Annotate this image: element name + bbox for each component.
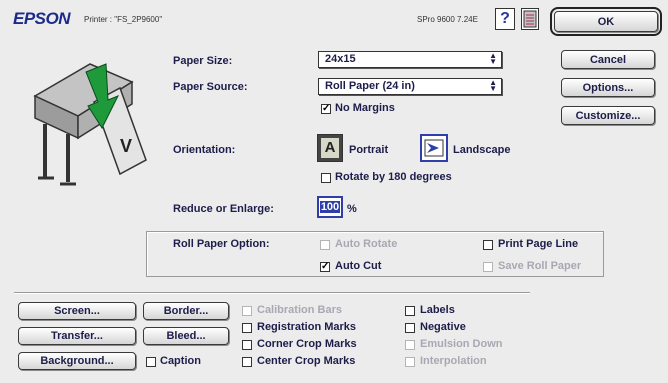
auto-cut-checkbox[interactable]: ✓ [320,262,330,272]
bleed-button[interactable]: Bleed... [143,327,229,345]
save-roll-paper-checkbox [483,262,493,272]
screen-button[interactable]: Screen... [18,302,136,320]
corner-crop-marks-checkbox[interactable] [242,340,252,350]
paper-size-value: 24x15 [325,53,356,65]
page-setup-dialog: EPSON Printer : "FS_2P9600" SPro 9600 7.… [0,0,668,383]
portrait-button[interactable]: A [317,134,343,162]
percent-unit: % [347,203,357,215]
negative-checkbox[interactable] [405,323,415,333]
select-arrows-icon: ▲ ▼ [489,78,497,93]
transfer-button[interactable]: Transfer... [18,327,136,345]
options-button[interactable]: Options... [561,78,655,97]
customize-button[interactable]: Customize... [561,106,655,125]
printer-name: Printer : "FS_2P9600" [84,15,163,24]
paper-size-label: Paper Size: [173,55,233,67]
paper-source-select[interactable]: Roll Paper (24 in) ▲ ▼ [318,78,502,95]
save-roll-paper-label: Save Roll Paper [498,260,582,272]
border-button[interactable]: Border... [143,302,229,320]
negative-label: Negative [420,321,466,333]
paper-size-select[interactable]: 24x15 ▲ ▼ [318,51,502,68]
help-icon: ? [500,10,510,27]
auto-rotate-label: Auto Rotate [335,238,398,250]
caption-checkbox[interactable] [146,357,156,367]
portrait-label: Portrait [349,144,389,156]
print-page-line-checkbox[interactable] [483,240,493,250]
paper-source-label: Paper Source: [173,81,248,93]
background-button[interactable]: Background... [18,352,136,370]
reduce-enlarge-value: 100 [319,201,341,213]
cancel-button[interactable]: Cancel [561,50,655,69]
center-crop-marks-checkbox[interactable] [242,357,252,367]
registration-marks-label: Registration Marks [257,321,357,333]
epson-logo: EPSON [13,9,71,28]
landscape-icon [424,139,444,157]
caption-label: Caption [160,355,201,367]
help-button[interactable]: ? [495,8,515,30]
printer-manual-button[interactable] [521,8,539,30]
corner-crop-marks-label: Corner Crop Marks [257,338,357,350]
interpolation-checkbox [405,357,415,367]
paper-source-value: Roll Paper (24 in) [325,80,415,92]
calibration-bars-label: Calibration Bars [257,304,342,316]
labels-label: Labels [420,304,455,316]
portrait-icon: A [321,138,339,158]
auto-rotate-checkbox [320,240,330,250]
printer-preview-image: V [33,63,147,186]
rotate-180-checkbox[interactable] [321,173,331,183]
landscape-label: Landscape [453,144,511,156]
landscape-button[interactable] [420,134,448,162]
preview-page-letter: V [120,136,132,156]
emulsion-down-checkbox [405,340,415,350]
emulsion-down-label: Emulsion Down [420,338,503,350]
registration-marks-checkbox[interactable] [242,323,252,333]
printer-manual-icon [523,10,537,28]
auto-cut-label: Auto Cut [335,260,382,272]
calibration-bars-checkbox [242,306,252,316]
rotate-180-label: Rotate by 180 degrees [335,171,452,183]
roll-paper-option-label: Roll Paper Option: [173,238,270,250]
no-margins-label: No Margins [335,102,395,114]
orientation-label: Orientation: [173,144,236,156]
section-divider [14,292,530,294]
reduce-enlarge-label: Reduce or Enlarge: [173,203,274,215]
ok-button[interactable]: OK [550,7,662,36]
no-margins-checkbox[interactable]: ✓ [321,104,331,114]
driver-version: SPro 9600 7.24E [417,15,478,24]
labels-checkbox[interactable] [405,306,415,316]
print-page-line-label: Print Page Line [498,238,579,250]
center-crop-marks-label: Center Crop Marks [257,355,356,367]
reduce-enlarge-input[interactable]: 100 [317,196,343,218]
select-arrows-icon: ▲ ▼ [489,51,497,66]
interpolation-label: Interpolation [420,355,487,367]
